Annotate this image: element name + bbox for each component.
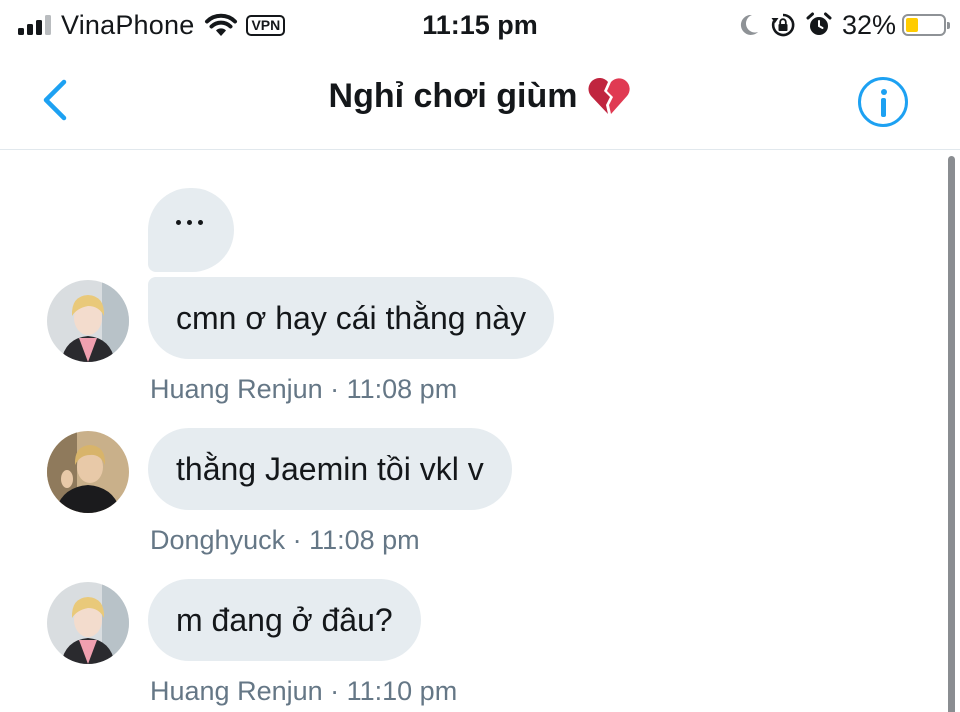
message-bubble[interactable]: thằng Jaemin tồi vkl v — [148, 428, 512, 510]
typing-bubble — [148, 188, 234, 272]
broken-heart-icon — [588, 77, 631, 114]
message-meta: Huang Renjun · 11:10 pm — [150, 676, 458, 706]
moon-icon — [740, 14, 758, 35]
status-right: 32% — [738, 8, 950, 42]
info-icon[interactable] — [858, 77, 908, 127]
avatar-image — [47, 431, 129, 513]
avatar[interactable] — [47, 431, 129, 513]
status-bar: VinaPhone VPN 11:15 pm 32% — [0, 0, 960, 50]
rotation-lock-icon — [771, 13, 795, 37]
avatar-image — [47, 582, 129, 664]
battery-icon — [902, 14, 950, 36]
conversation-title: Nghỉ chơi giùm — [328, 76, 578, 115]
message-meta: Donghyuck · 11:08 pm — [150, 525, 420, 555]
title-wrap: Nghỉ chơi giùm — [0, 76, 960, 116]
message-bubble[interactable]: m đang ở đâu? — [148, 579, 421, 661]
avatar-image — [47, 280, 129, 362]
typing-dots — [176, 220, 234, 225]
message-meta: Huang Renjun · 11:08 pm — [150, 374, 458, 404]
conversation-header: Nghỉ chơi giùm — [0, 50, 960, 150]
message-bubble[interactable]: cmn ơ hay cái thằng này — [148, 277, 555, 359]
avatar[interactable] — [47, 582, 129, 664]
alarm-icon — [806, 12, 832, 35]
battery-level — [906, 18, 918, 32]
battery-percent: 32% — [841, 9, 896, 40]
scrollbar[interactable] — [948, 156, 955, 712]
message-list[interactable]: cmn ơ hay cái thằng này Huang Renjun · 1… — [0, 152, 960, 712]
avatar[interactable] — [47, 280, 129, 362]
